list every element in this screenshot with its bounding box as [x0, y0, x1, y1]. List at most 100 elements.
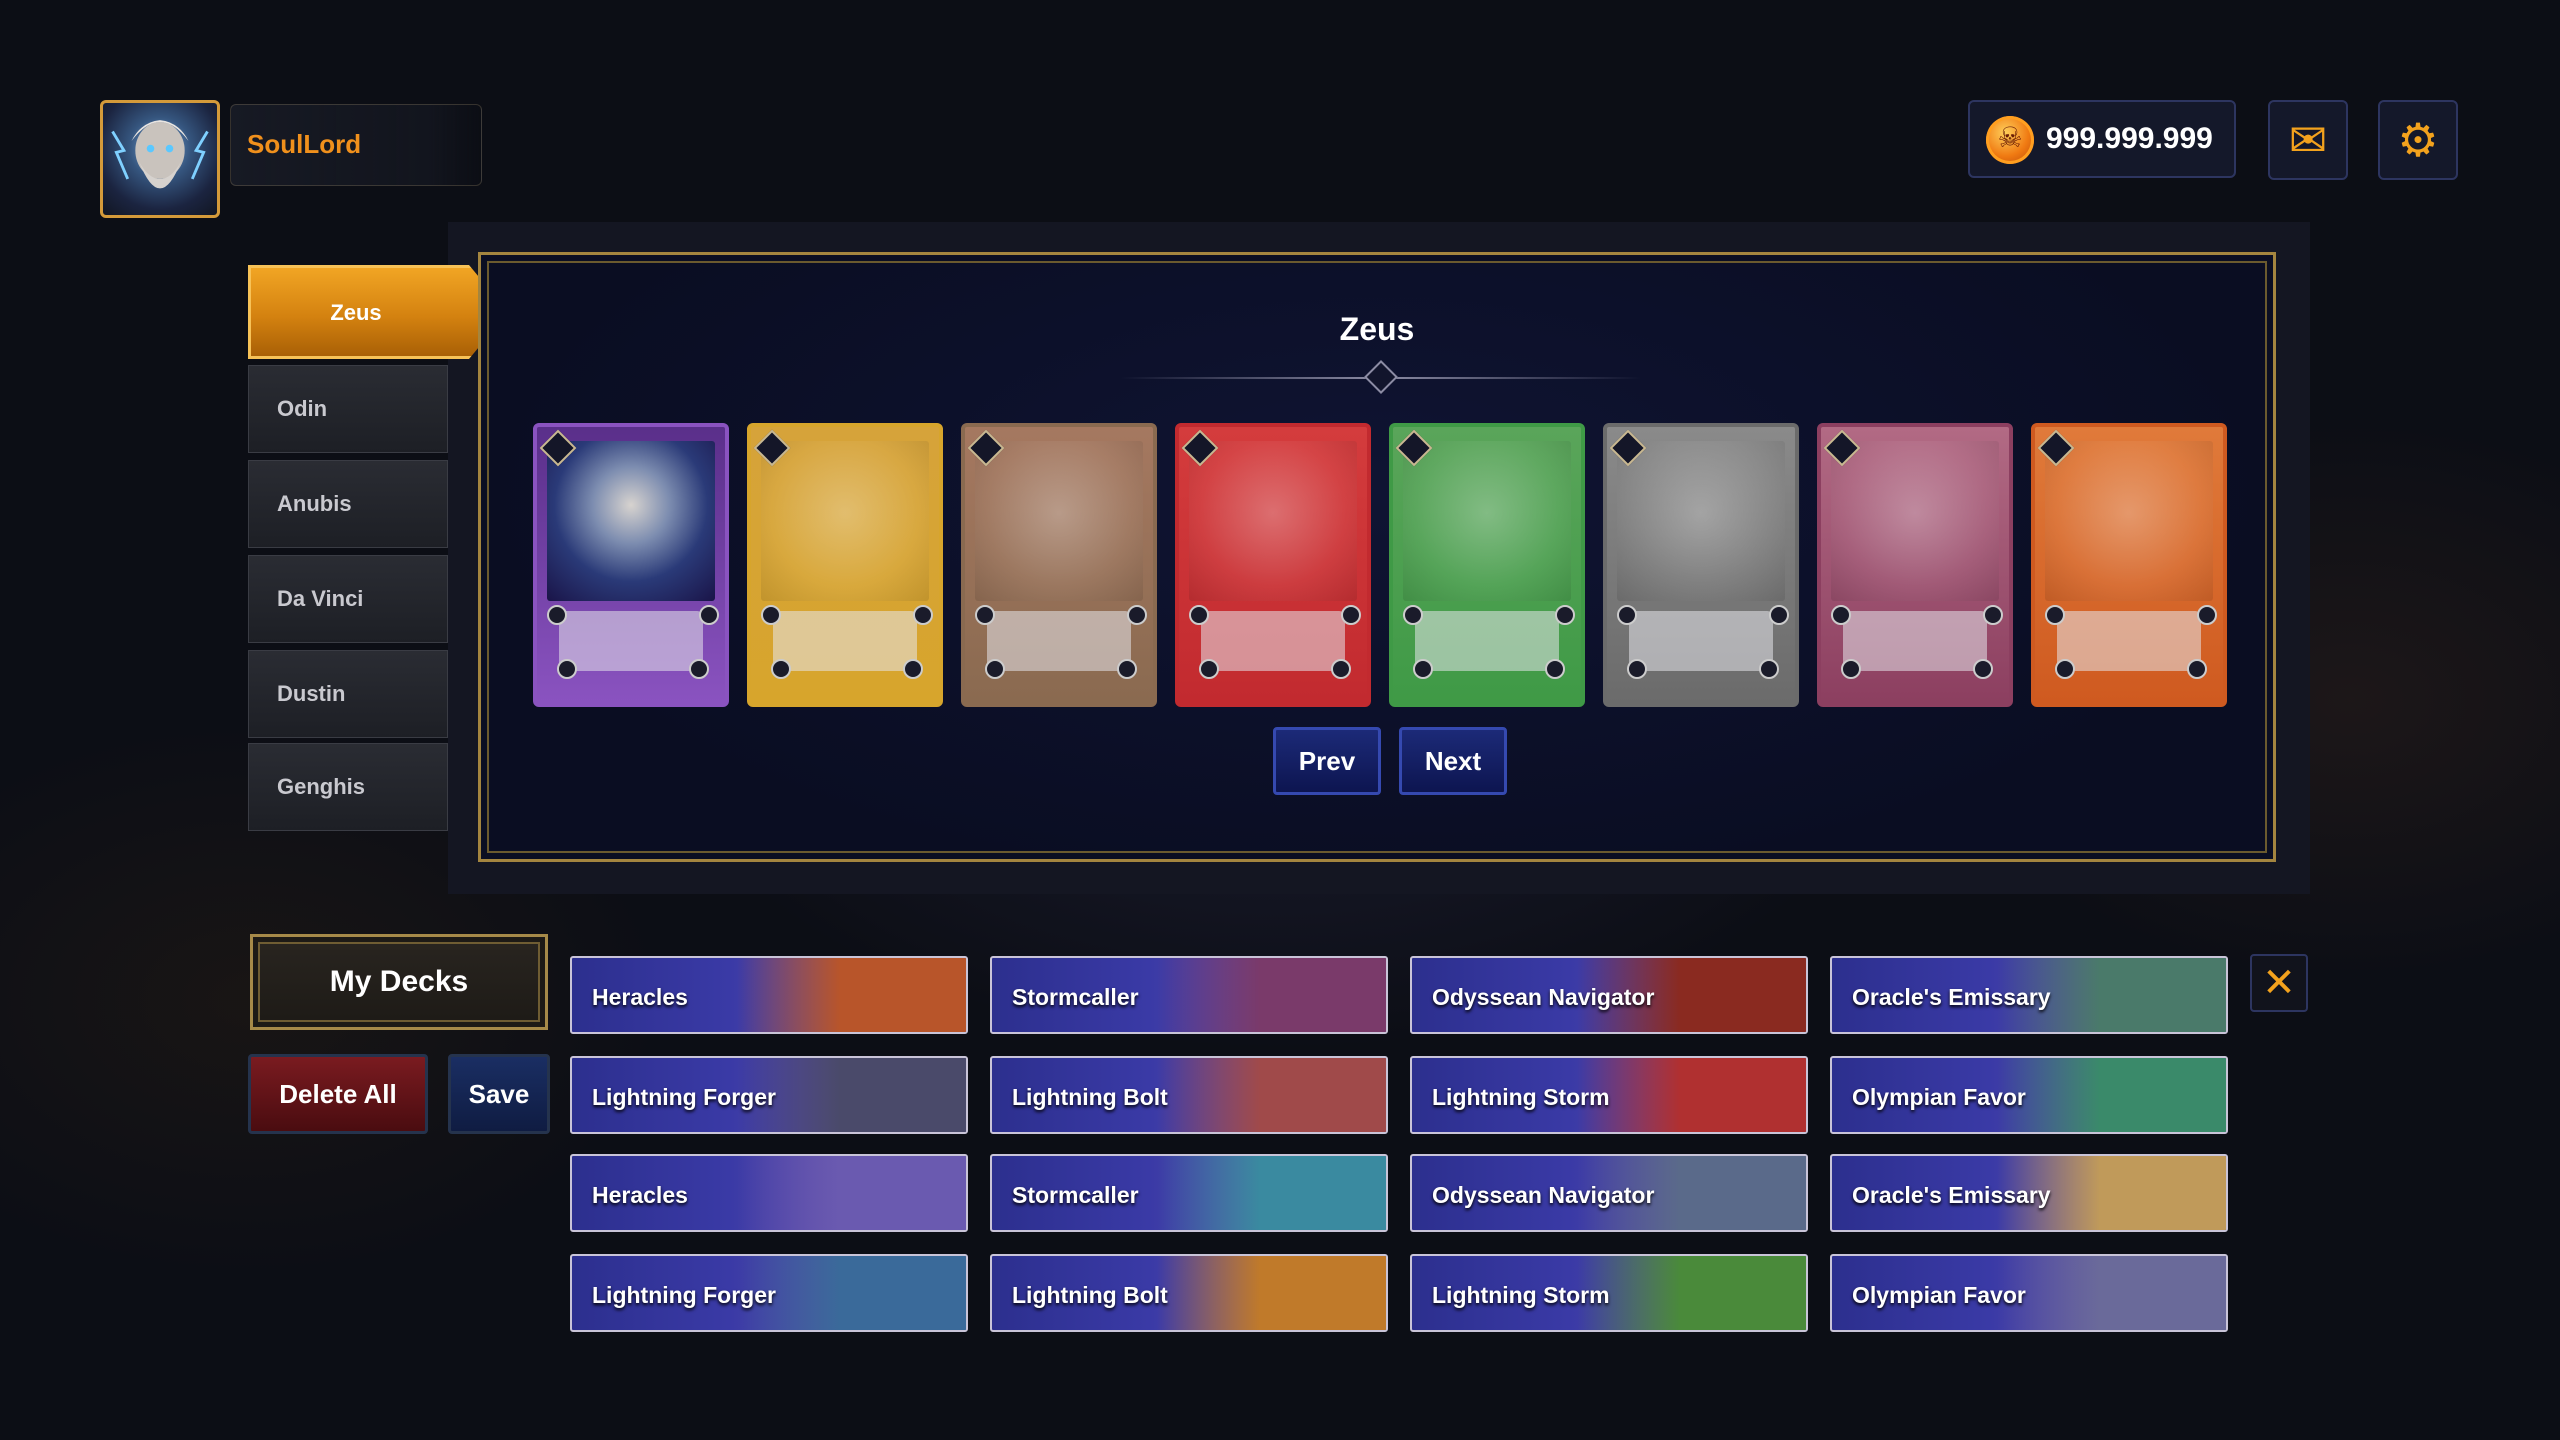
deck-slot-art [1157, 1156, 1386, 1230]
deck-slot-label: Olympian Favor [1852, 1084, 2026, 1110]
save-button[interactable]: Save [448, 1054, 550, 1134]
deck-slot[interactable]: Olympian Favor [1830, 1254, 2228, 1332]
deck-slot[interactable]: Lightning Storm [1410, 1056, 1808, 1134]
deck-slot-label: Odyssean Navigator [1432, 1182, 1655, 1208]
hero-card-slot[interactable] [747, 423, 943, 707]
player-avatar[interactable] [100, 100, 220, 218]
card-art-empty [761, 441, 929, 601]
deck-slot-label: Lightning Storm [1432, 1084, 1610, 1110]
card-stat-socket-icon [689, 659, 709, 679]
card-stat-socket-icon [985, 659, 1005, 679]
deck-slot-label: Stormcaller [1012, 1182, 1139, 1208]
player-plate: SoulLord [230, 104, 482, 186]
currency-value: 999.999.999 [2046, 122, 2213, 155]
hero-tab-genghis[interactable]: Genghis [248, 743, 448, 831]
hero-tab-da-vinci[interactable]: Da Vinci [248, 555, 448, 643]
deck-slot[interactable]: Oracle's Emissary [1830, 1154, 2228, 1232]
card-text-box [1415, 611, 1559, 671]
hero-card-slot[interactable] [1175, 423, 1371, 707]
card-stat-socket-icon [2187, 659, 2207, 679]
hero-tab-label: Zeus [330, 300, 382, 325]
settings-button[interactable]: ⚙ [2378, 100, 2458, 180]
deck-slot-art [1157, 1058, 1386, 1132]
card-stat-socket-icon [557, 659, 577, 679]
mail-button[interactable]: ✉ [2268, 100, 2348, 180]
deck-slot-label: Heracles [592, 1182, 688, 1208]
card-stat-socket-icon [1189, 605, 1209, 625]
deck-slot[interactable]: Lightning Bolt [990, 1254, 1388, 1332]
card-stat-socket-icon [1983, 605, 2003, 625]
deck-slot-label: Lightning Bolt [1012, 1282, 1168, 1308]
hero-card-slot[interactable] [533, 423, 729, 707]
hero-tab-anubis[interactable]: Anubis [248, 460, 448, 548]
card-stat-socket-icon [1341, 605, 1361, 625]
deck-slot-art [1577, 1256, 1806, 1330]
card-stat-socket-icon [2197, 605, 2217, 625]
hero-card-slot[interactable] [2031, 423, 2227, 707]
card-stat-socket-icon [1555, 605, 1575, 625]
deck-slot[interactable]: Heracles [570, 1154, 968, 1232]
deck-slot-label: Lightning Forger [592, 1282, 776, 1308]
deck-slot[interactable]: Odyssean Navigator [1410, 956, 1808, 1034]
next-button[interactable]: Next [1399, 727, 1507, 795]
card-stat-socket-icon [1413, 659, 1433, 679]
close-button[interactable]: ✕ [2250, 954, 2308, 1012]
card-stat-socket-icon [1831, 605, 1851, 625]
deck-slot-label: Oracle's Emissary [1852, 1182, 2051, 1208]
card-stat-socket-icon [771, 659, 791, 679]
deck-slot[interactable]: Oracle's Emissary [1830, 956, 2228, 1034]
deck-slot[interactable]: Lightning Storm [1410, 1254, 1808, 1332]
hero-tab-zeus[interactable]: Zeus [248, 265, 508, 359]
deck-slot-art [737, 958, 966, 1032]
panel-title: Zeus [1339, 311, 1415, 347]
card-stat-socket-icon [1841, 659, 1861, 679]
card-art-empty [975, 441, 1143, 601]
delete-all-button[interactable]: Delete All [248, 1054, 428, 1134]
card-stat-socket-icon [1617, 605, 1637, 625]
deck-slot-art [1157, 958, 1386, 1032]
card-stat-socket-icon [903, 659, 923, 679]
deck-slot-label: Olympian Favor [1852, 1282, 2026, 1308]
deck-slot[interactable]: Lightning Bolt [990, 1056, 1388, 1134]
hero-card-slot[interactable] [1817, 423, 2013, 707]
card-stat-socket-icon [1403, 605, 1423, 625]
card-stat-socket-icon [1973, 659, 1993, 679]
deck-slot[interactable]: Odyssean Navigator [1410, 1154, 1808, 1232]
deck-slot[interactable]: Lightning Forger [570, 1254, 968, 1332]
deck-slot[interactable]: Stormcaller [990, 956, 1388, 1034]
card-stat-socket-icon [1199, 659, 1219, 679]
card-art-empty [2045, 441, 2213, 601]
card-stat-socket-icon [1117, 659, 1137, 679]
diamond-ornament-icon [1364, 360, 1398, 394]
deck-slot-label: Lightning Forger [592, 1084, 776, 1110]
deck-slot-art [737, 1156, 966, 1230]
hero-tab-label: Dustin [277, 681, 346, 706]
card-text-box [559, 611, 703, 671]
hero-tab-label: Da Vinci [277, 586, 364, 611]
card-stat-socket-icon [699, 605, 719, 625]
card-stat-socket-icon [1331, 659, 1351, 679]
deck-slot[interactable]: Heracles [570, 956, 968, 1034]
hero-tab-label: Anubis [277, 491, 352, 516]
card-text-box [987, 611, 1131, 671]
gear-icon: ⚙ [2397, 113, 2439, 167]
hero-card-slot[interactable] [961, 423, 1157, 707]
card-text-box [2057, 611, 2201, 671]
deck-slot-art [1157, 1256, 1386, 1330]
hero-tab-odin[interactable]: Odin [248, 365, 448, 453]
card-stat-socket-icon [1759, 659, 1779, 679]
hero-tab-dustin[interactable]: Dustin [248, 650, 448, 738]
zeus-portrait-icon [111, 120, 209, 189]
mail-icon: ✉ [2288, 113, 2328, 167]
prev-button[interactable]: Prev [1273, 727, 1381, 795]
deck-slot-art [1997, 1058, 2226, 1132]
deck-slot[interactable]: Stormcaller [990, 1154, 1388, 1232]
card-text-box [1201, 611, 1345, 671]
deck-slot[interactable]: Lightning Forger [570, 1056, 968, 1134]
hero-card-slot[interactable] [1603, 423, 1799, 707]
card-art-empty [1189, 441, 1357, 601]
card-text-box [773, 611, 917, 671]
deck-slot[interactable]: Olympian Favor [1830, 1056, 2228, 1134]
deck-slot-label: Heracles [592, 984, 688, 1010]
hero-card-slot[interactable] [1389, 423, 1585, 707]
